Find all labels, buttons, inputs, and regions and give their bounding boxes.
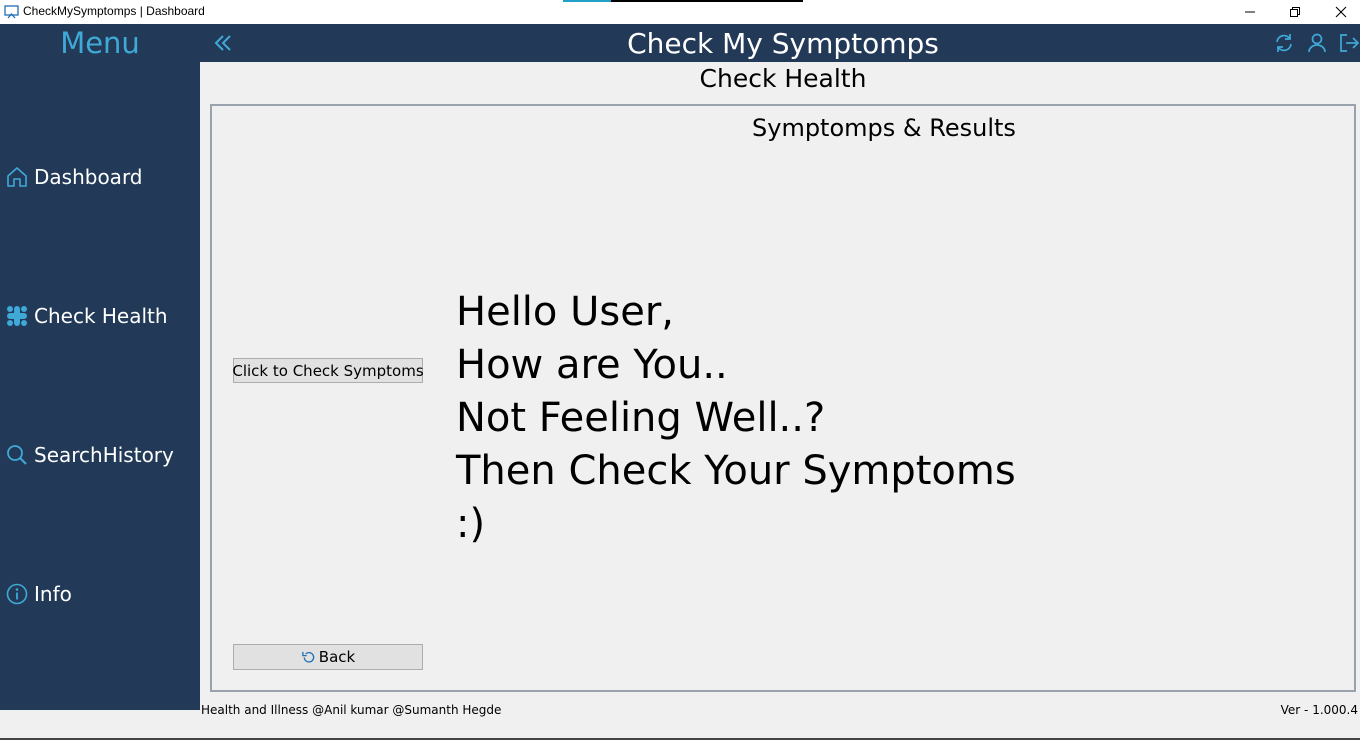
check-symptoms-button[interactable]: Click to Check Symptoms — [232, 358, 424, 383]
greeting-line: How are You.. — [456, 342, 728, 388]
sidebar-item-label: Check Health — [34, 304, 168, 328]
app-header: Check My Symptomps — [200, 24, 1360, 62]
user-icon — [1308, 33, 1326, 53]
app-title: Check My Symptomps — [627, 27, 939, 60]
sidebar-item-label: Info — [34, 582, 72, 606]
back-button[interactable]: Back — [233, 644, 423, 670]
sidebar-item-label: SearchHistory — [34, 443, 174, 467]
greeting-line: :) — [456, 501, 486, 547]
window-title-bar: CheckMySymptomps | Dashboard — [0, 0, 1360, 24]
sidebar-item-label: Dashboard — [34, 165, 143, 189]
minimize-icon — [1245, 11, 1255, 13]
window-title: CheckMySymptomps | Dashboard — [23, 4, 205, 18]
page-title: Check Health — [699, 64, 867, 93]
restore-icon — [1290, 7, 1300, 17]
sidebar: Menu Dashboard Check Health SearchHistor… — [0, 24, 200, 710]
sidebar-item-check-health[interactable]: Check Health — [6, 301, 168, 331]
taskbar-hint — [563, 0, 803, 2]
footer-credits: Health and Illness @Anil kumar @Sumanth … — [201, 703, 502, 717]
refresh-icon — [1276, 34, 1292, 52]
app-icon — [4, 4, 20, 20]
user-profile-button[interactable] — [1306, 32, 1328, 54]
menu-title: Menu — [60, 26, 140, 60]
greeting-message: Hello User, How are You.. Not Feeling We… — [456, 286, 1016, 551]
greeting-line: Hello User, — [456, 289, 674, 335]
version-label: Ver - 1.000.4 — [1280, 703, 1358, 717]
symptoms-results-panel: Symptomps & Results Click to Check Sympt… — [210, 104, 1356, 692]
sidebar-item-dashboard[interactable]: Dashboard — [6, 162, 143, 192]
refresh-button[interactable] — [1273, 32, 1295, 54]
minimize-button[interactable] — [1227, 0, 1273, 24]
greeting-line: Then Check Your Symptoms — [456, 448, 1016, 494]
restore-button[interactable] — [1272, 0, 1318, 24]
taskbar-hint-accent — [563, 0, 611, 2]
logout-icon — [1340, 34, 1360, 52]
sidebar-item-info[interactable]: Info — [6, 579, 72, 609]
close-window-button[interactable] — [1318, 0, 1360, 24]
search-icon — [6, 444, 28, 466]
close-icon — [1335, 6, 1347, 18]
home-icon — [6, 166, 28, 188]
sidebar-item-search-history[interactable]: SearchHistory — [6, 440, 174, 470]
panel-title: Symptomps & Results — [752, 114, 1016, 142]
info-icon — [6, 583, 28, 605]
health-icon — [6, 305, 28, 327]
logout-button[interactable] — [1338, 32, 1360, 54]
greeting-line: Not Feeling Well..? — [456, 395, 826, 441]
back-button-label: Back — [318, 648, 356, 666]
undo-icon — [302, 651, 315, 663]
